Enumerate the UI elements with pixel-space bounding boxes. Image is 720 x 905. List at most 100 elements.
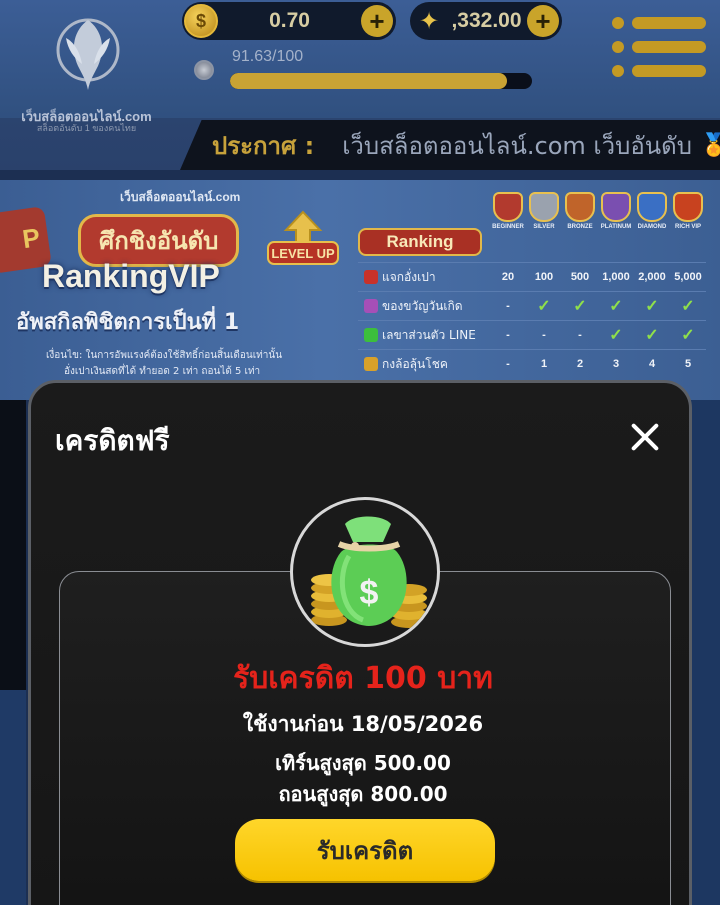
ranking-row-label: แจกอั่งเปา [358, 268, 490, 287]
ranking-row: แจกอั่งเปา 20 100 500 1,000 2,000 5,000 [358, 262, 706, 291]
banner-big-title: RankingVIP [42, 258, 220, 294]
check-icon: ✓ [645, 298, 659, 315]
ranking-cell: 500 [570, 271, 590, 283]
benefit-icon [364, 270, 378, 284]
points-plus-button[interactable]: + [527, 5, 559, 37]
rank-tier-2: BRONZE [562, 192, 598, 254]
ranking-cell: 5 [684, 358, 692, 370]
banner-site-name: เว็บสล็อตออนไลน์.com [120, 190, 241, 204]
banner-condition-2: อั่งเปาเงินสดที่ได้ ทำยอด 2 เท่า ถอนได้ … [64, 366, 261, 377]
ranking-cell: 4 [648, 358, 656, 370]
dollar-sign: $ [360, 574, 379, 612]
rank-tier-1: SILVER [526, 192, 562, 254]
ranking-cell: 5,000 [674, 271, 702, 283]
level-up-badge-icon: LEVEL UP [267, 210, 339, 265]
free-credit-modal: เครดิตฟรี $ รับเครดิต 100 บาท ใช้งานก่อน… [28, 380, 692, 905]
reward-amount: รับเครดิต 100 บาท [233, 661, 493, 696]
level-progress-label: 91.63/100 [232, 48, 304, 65]
ranking-cell: - [578, 329, 582, 341]
rank-shield-icon [493, 192, 523, 222]
sparkle-star-icon: ✦ [418, 7, 440, 35]
level-progress-bar [230, 73, 532, 89]
ranking-grid: แจกอั่งเปา 20 100 500 1,000 2,000 5,000 ของขวัญ… [358, 262, 706, 378]
check-icon: ✓ [681, 298, 695, 315]
logo-subtitle: สล็อตอันดับ 1 ของคนไทย [36, 123, 137, 133]
points-pill: ✦ ,332.00 + [410, 2, 562, 40]
benefit-icon [364, 299, 378, 313]
check-icon: ✓ [573, 298, 587, 315]
money-bag-icon: $ [290, 497, 440, 647]
ranking-row-label: เลขาส่วนตัว LINE [358, 326, 490, 345]
rank-tier-3: PLATINUM [598, 192, 634, 254]
rank-shield-icon [565, 192, 595, 222]
rank-shield-icon [637, 192, 667, 222]
ranking-table: Ranking BEGINNER SILVER BRONZE PLATINUM DIAM… [358, 192, 706, 400]
ranking-cell: 2,000 [638, 271, 666, 283]
check-icon: ✓ [609, 298, 623, 315]
ranking-tier-headers: BEGINNER SILVER BRONZE PLATINUM DIAMOND RICH … [490, 192, 706, 254]
ranking-row-label: ของขวัญวันเกิด [358, 297, 490, 316]
rank-tier-name: DIAMOND [637, 224, 667, 230]
announcement-label: ประกาศ : [212, 131, 315, 160]
background-left-panel-lower [0, 690, 26, 905]
close-icon[interactable] [629, 421, 661, 453]
site-logo[interactable]: เว็บสล็อตออนไลน์.com สล็อตอันดับ 1 ของคน… [14, 8, 159, 133]
ranking-cell: 1 [540, 358, 548, 370]
phoenix-logo-icon [56, 18, 120, 90]
rank-tier-name: BRONZE [567, 224, 593, 230]
announcement-text: เว็บสล็อตออนไลน์.com เว็บอันดับ [342, 131, 692, 160]
ranking-row-label: กงล้อลุ้นโชค [358, 355, 490, 374]
ranking-row: กงล้อลุ้นโชค - 1 2 3 4 5 [358, 349, 706, 378]
top-header: เว็บสล็อตออนไลน์.com สล็อตอันดับ 1 ของคน… [0, 0, 720, 170]
rank-shield-icon [673, 192, 703, 222]
rank-tier-0: BEGINNER [490, 192, 526, 254]
rank-tier-name: PLATINUM [600, 224, 632, 230]
ranking-row: ของขวัญวันเกิด - ✓ ✓ ✓ ✓ ✓ [358, 291, 706, 320]
ranking-cell: 1,000 [602, 271, 630, 283]
hamburger-menu-icon[interactable] [612, 17, 706, 77]
rank-tier-name: BEGINNER [492, 224, 524, 230]
check-icon: ✓ [609, 327, 623, 344]
level-up-text: LEVEL UP [271, 246, 335, 261]
ranking-cell: - [542, 329, 546, 341]
benefit-icon [364, 357, 378, 371]
money-bag-illustration: $ [311, 516, 427, 628]
balance-pill: $ 0.70 + [182, 2, 396, 40]
background-left-panel [0, 400, 26, 690]
banner-subtitle: อัพสกิลพิชิตการเป็นที่ 1 [16, 310, 240, 335]
benefit-icon [364, 328, 378, 342]
reward-expiry: ใช้งานก่อน 18/05/2026 [242, 712, 484, 736]
ranking-cell: - [506, 329, 510, 341]
ranking-cell: - [506, 358, 510, 370]
claim-credit-button[interactable]: รับเครดิต [235, 819, 495, 881]
ranking-cell: 2 [576, 358, 584, 370]
modal-title: เครดิตฟรี [55, 424, 170, 457]
rank-shield-icon [601, 192, 631, 222]
rank-tier-name: RICH VIP [674, 224, 701, 230]
reward-max-turnover: เทิร์นสูงสุด 500.00 [275, 751, 451, 775]
ranking-vip-banner[interactable]: P เว็บสล็อตออนไลน์.com ศึกชิงอันดับ LEVE… [0, 180, 720, 400]
rank-tier-name: SILVER [533, 224, 555, 230]
level-badge-icon [194, 60, 214, 80]
rank-tier-5: RICH VIP [670, 192, 706, 254]
ranking-cell: 3 [612, 358, 620, 370]
ranking-title: Ranking [358, 228, 482, 256]
rank-tier-4: DIAMOND [634, 192, 670, 254]
deposit-plus-button[interactable]: + [361, 5, 393, 37]
medal-icon: 🏅 [699, 132, 720, 158]
points-value: ,332.00 [451, 9, 522, 32]
balance-value: 0.70 [269, 9, 310, 32]
ranking-cell: 100 [534, 271, 554, 283]
check-icon: ✓ [681, 327, 695, 344]
level-progress-fill [230, 73, 507, 89]
ranking-cell: 20 [501, 271, 515, 283]
background-right-panel [690, 400, 720, 905]
check-icon: ✓ [537, 298, 551, 315]
ranking-row: เลขาส่วนตัว LINE - - - ✓ ✓ ✓ [358, 320, 706, 349]
check-icon: ✓ [645, 327, 659, 344]
coin-icon: $ [184, 4, 218, 38]
announcement-bar: ประกาศ : เว็บสล็อตออนไลน์.com เว็บอันดับ… [180, 120, 720, 170]
banner-condition-1: เงื่อนไข: ในการอัพแรงค์ต้องใช้สิทธิ์ก่อน… [46, 350, 283, 361]
rank-shield-icon [529, 192, 559, 222]
reward-max-withdraw: ถอนสูงสุด 800.00 [278, 782, 448, 806]
